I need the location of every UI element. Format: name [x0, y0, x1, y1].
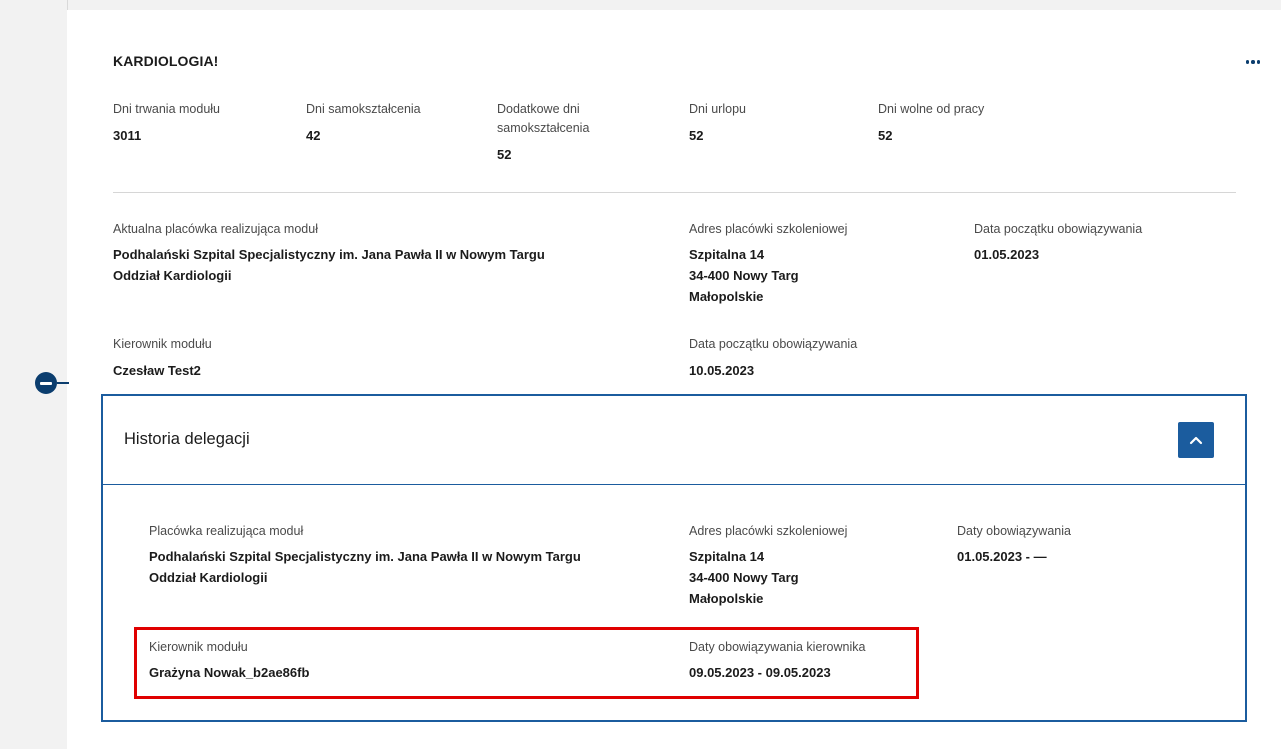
history-address-line2: 34-400 Nowy Targ [689, 570, 799, 585]
stat-label-duration: Dni trwania modułu [113, 102, 220, 116]
stat-label-extra-self-study-2: samokształcenia [497, 121, 590, 135]
facility-label: Aktualna placówka realizująca moduł [113, 222, 318, 236]
history-address-line3: Małopolskie [689, 591, 764, 606]
delegation-history-title: Historia delegacji [124, 430, 250, 448]
more-options-button[interactable] [1240, 52, 1266, 72]
stat-value-days-off: 52 [878, 128, 893, 143]
section-divider [113, 192, 1236, 193]
history-address-label: Adres placówki szkoleniowej [689, 524, 848, 538]
stat-value-extra-self-study: 52 [497, 147, 512, 162]
highlight-annotation-box [134, 627, 919, 699]
facility-start-label: Data początku obowiązywania [974, 222, 1143, 236]
stat-value-leave: 52 [689, 128, 704, 143]
history-dates-value: 01.05.2023 - — [957, 549, 1047, 564]
history-dates-label: Daty obowiązywania [957, 524, 1071, 538]
stat-value-duration: 3011 [113, 128, 142, 143]
facility-address-line1: Szpitalna 14 [689, 247, 765, 262]
collapse-history-button[interactable] [1178, 422, 1214, 458]
stat-label-days-off: Dni wolne od pracy [878, 102, 985, 116]
manager-name: Czesław Test2 [113, 363, 201, 378]
history-address-line1: Szpitalna 14 [689, 549, 765, 564]
manager-label: Kierownik modułu [113, 337, 212, 351]
history-header-separator [103, 484, 1245, 485]
facility-address-line3: Małopolskie [689, 289, 764, 304]
stat-label-extra-self-study-1: Dodatkowe dni [497, 102, 580, 116]
more-horizontal-icon [1245, 60, 1262, 64]
facility-name-line2: Oddział Kardiologii [113, 268, 232, 283]
facility-address-line2: 34-400 Nowy Targ [689, 268, 799, 283]
history-facility-label: Placówka realizująca moduł [149, 524, 304, 538]
manager-start-value: 10.05.2023 [689, 363, 755, 378]
collapse-circle-icon[interactable] [35, 372, 57, 394]
stat-label-self-study: Dni samokształcenia [306, 102, 421, 116]
manager-start-label: Data początku obowiązywania [689, 337, 858, 351]
history-facility-line1: Podhalański Szpital Specjalistyczny im. … [149, 549, 581, 564]
stat-label-leave: Dni urlopu [689, 102, 746, 116]
facility-address-label: Adres placówki szkoleniowej [689, 222, 848, 236]
module-title: KARDIOLOGIA! [113, 53, 219, 69]
history-facility-line2: Oddział Kardiologii [149, 570, 268, 585]
timeline-connector [57, 382, 69, 384]
facility-name-line1: Podhalański Szpital Specjalistyczny im. … [113, 247, 545, 262]
facility-start-value: 01.05.2023 [974, 247, 1040, 262]
chevron-up-icon [1189, 436, 1203, 445]
stat-value-self-study: 42 [306, 128, 321, 143]
